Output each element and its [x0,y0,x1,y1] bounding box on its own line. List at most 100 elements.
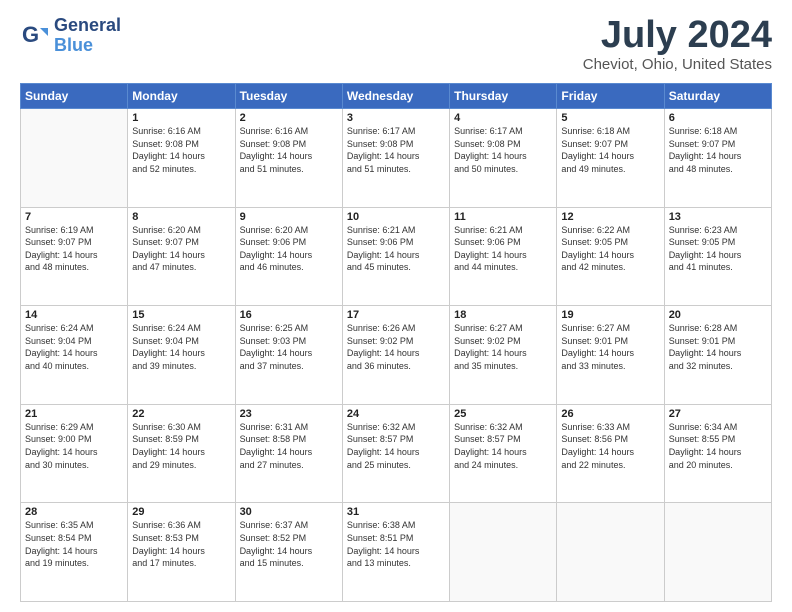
day-header-thursday: Thursday [450,84,557,109]
day-number: 5 [561,112,659,124]
calendar-cell: 3Sunrise: 6:17 AMSunset: 9:08 PMDaylight… [342,109,449,208]
calendar-cell: 10Sunrise: 6:21 AMSunset: 9:06 PMDayligh… [342,207,449,306]
cell-content: Sunrise: 6:21 AMSunset: 9:06 PMDaylight:… [347,224,445,274]
calendar-cell: 11Sunrise: 6:21 AMSunset: 9:06 PMDayligh… [450,207,557,306]
svg-text:G: G [22,22,39,47]
calendar-cell: 13Sunrise: 6:23 AMSunset: 9:05 PMDayligh… [664,207,771,306]
calendar-cell: 18Sunrise: 6:27 AMSunset: 9:02 PMDayligh… [450,306,557,405]
day-number: 27 [669,408,767,420]
cell-content: Sunrise: 6:27 AMSunset: 9:02 PMDaylight:… [454,322,552,372]
calendar-cell: 29Sunrise: 6:36 AMSunset: 8:53 PMDayligh… [128,503,235,602]
day-number: 13 [669,211,767,223]
cell-content: Sunrise: 6:24 AMSunset: 9:04 PMDaylight:… [25,322,123,372]
day-number: 4 [454,112,552,124]
day-number: 7 [25,211,123,223]
calendar-cell: 6Sunrise: 6:18 AMSunset: 9:07 PMDaylight… [664,109,771,208]
cell-content: Sunrise: 6:32 AMSunset: 8:57 PMDaylight:… [347,421,445,471]
week-row-2: 7Sunrise: 6:19 AMSunset: 9:07 PMDaylight… [21,207,772,306]
calendar-cell: 22Sunrise: 6:30 AMSunset: 8:59 PMDayligh… [128,404,235,503]
month-year: July 2024 [583,16,772,54]
day-number: 14 [25,309,123,321]
calendar-table: SundayMondayTuesdayWednesdayThursdayFrid… [20,83,772,602]
calendar-cell: 30Sunrise: 6:37 AMSunset: 8:52 PMDayligh… [235,503,342,602]
cell-content: Sunrise: 6:18 AMSunset: 9:07 PMDaylight:… [669,125,767,175]
logo-line2: Blue [54,35,93,55]
calendar-cell: 2Sunrise: 6:16 AMSunset: 9:08 PMDaylight… [235,109,342,208]
page: G General Blue July 2024 Cheviot, Ohio, … [0,0,792,612]
calendar-cell: 15Sunrise: 6:24 AMSunset: 9:04 PMDayligh… [128,306,235,405]
cell-content: Sunrise: 6:16 AMSunset: 9:08 PMDaylight:… [240,125,338,175]
day-header-monday: Monday [128,84,235,109]
cell-content: Sunrise: 6:38 AMSunset: 8:51 PMDaylight:… [347,519,445,569]
cell-content: Sunrise: 6:34 AMSunset: 8:55 PMDaylight:… [669,421,767,471]
calendar-cell: 19Sunrise: 6:27 AMSunset: 9:01 PMDayligh… [557,306,664,405]
calendar-cell: 1Sunrise: 6:16 AMSunset: 9:08 PMDaylight… [128,109,235,208]
cell-content: Sunrise: 6:32 AMSunset: 8:57 PMDaylight:… [454,421,552,471]
cell-content: Sunrise: 6:26 AMSunset: 9:02 PMDaylight:… [347,322,445,372]
day-number: 18 [454,309,552,321]
day-number: 22 [132,408,230,420]
calendar-cell [557,503,664,602]
cell-content: Sunrise: 6:20 AMSunset: 9:06 PMDaylight:… [240,224,338,274]
day-number: 28 [25,506,123,518]
calendar-cell: 17Sunrise: 6:26 AMSunset: 9:02 PMDayligh… [342,306,449,405]
day-header-sunday: Sunday [21,84,128,109]
cell-content: Sunrise: 6:21 AMSunset: 9:06 PMDaylight:… [454,224,552,274]
cell-content: Sunrise: 6:22 AMSunset: 9:05 PMDaylight:… [561,224,659,274]
calendar-cell: 9Sunrise: 6:20 AMSunset: 9:06 PMDaylight… [235,207,342,306]
cell-content: Sunrise: 6:19 AMSunset: 9:07 PMDaylight:… [25,224,123,274]
cell-content: Sunrise: 6:17 AMSunset: 9:08 PMDaylight:… [347,125,445,175]
day-number: 29 [132,506,230,518]
cell-content: Sunrise: 6:36 AMSunset: 8:53 PMDaylight:… [132,519,230,569]
calendar-cell: 21Sunrise: 6:29 AMSunset: 9:00 PMDayligh… [21,404,128,503]
day-number: 1 [132,112,230,124]
day-number: 6 [669,112,767,124]
day-number: 25 [454,408,552,420]
cell-content: Sunrise: 6:35 AMSunset: 8:54 PMDaylight:… [25,519,123,569]
cell-content: Sunrise: 6:37 AMSunset: 8:52 PMDaylight:… [240,519,338,569]
day-number: 31 [347,506,445,518]
calendar-cell [450,503,557,602]
cell-content: Sunrise: 6:18 AMSunset: 9:07 PMDaylight:… [561,125,659,175]
calendar-cell: 27Sunrise: 6:34 AMSunset: 8:55 PMDayligh… [664,404,771,503]
day-number: 12 [561,211,659,223]
day-number: 17 [347,309,445,321]
calendar-cell: 24Sunrise: 6:32 AMSunset: 8:57 PMDayligh… [342,404,449,503]
cell-content: Sunrise: 6:27 AMSunset: 9:01 PMDaylight:… [561,322,659,372]
day-number: 24 [347,408,445,420]
day-header-wednesday: Wednesday [342,84,449,109]
title-block: July 2024 Cheviot, Ohio, United States [583,16,772,73]
week-row-4: 21Sunrise: 6:29 AMSunset: 9:00 PMDayligh… [21,404,772,503]
location: Cheviot, Ohio, United States [583,56,772,73]
cell-content: Sunrise: 6:28 AMSunset: 9:01 PMDaylight:… [669,322,767,372]
logo: G General Blue [20,16,121,56]
day-number: 19 [561,309,659,321]
day-number: 16 [240,309,338,321]
calendar-cell: 23Sunrise: 6:31 AMSunset: 8:58 PMDayligh… [235,404,342,503]
cell-content: Sunrise: 6:33 AMSunset: 8:56 PMDaylight:… [561,421,659,471]
week-row-5: 28Sunrise: 6:35 AMSunset: 8:54 PMDayligh… [21,503,772,602]
calendar-cell: 12Sunrise: 6:22 AMSunset: 9:05 PMDayligh… [557,207,664,306]
day-number: 3 [347,112,445,124]
calendar-cell [664,503,771,602]
day-number: 10 [347,211,445,223]
calendar-cell: 4Sunrise: 6:17 AMSunset: 9:08 PMDaylight… [450,109,557,208]
day-header-saturday: Saturday [664,84,771,109]
cell-content: Sunrise: 6:16 AMSunset: 9:08 PMDaylight:… [132,125,230,175]
calendar-cell: 25Sunrise: 6:32 AMSunset: 8:57 PMDayligh… [450,404,557,503]
day-headers-row: SundayMondayTuesdayWednesdayThursdayFrid… [21,84,772,109]
calendar-cell: 26Sunrise: 6:33 AMSunset: 8:56 PMDayligh… [557,404,664,503]
cell-content: Sunrise: 6:24 AMSunset: 9:04 PMDaylight:… [132,322,230,372]
day-number: 26 [561,408,659,420]
calendar-cell: 16Sunrise: 6:25 AMSunset: 9:03 PMDayligh… [235,306,342,405]
cell-content: Sunrise: 6:17 AMSunset: 9:08 PMDaylight:… [454,125,552,175]
cell-content: Sunrise: 6:31 AMSunset: 8:58 PMDaylight:… [240,421,338,471]
day-number: 15 [132,309,230,321]
day-header-tuesday: Tuesday [235,84,342,109]
logo-text: General Blue [54,16,121,56]
day-header-friday: Friday [557,84,664,109]
week-row-3: 14Sunrise: 6:24 AMSunset: 9:04 PMDayligh… [21,306,772,405]
calendar-body: 1Sunrise: 6:16 AMSunset: 9:08 PMDaylight… [21,109,772,602]
day-number: 2 [240,112,338,124]
day-number: 30 [240,506,338,518]
